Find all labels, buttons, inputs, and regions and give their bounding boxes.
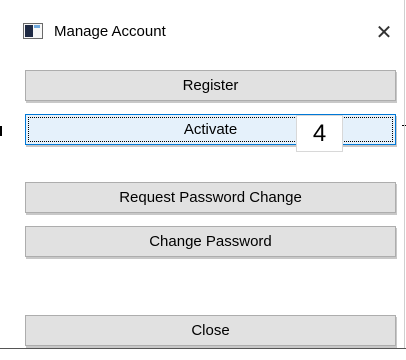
request-password-change-button[interactable]: Request Password Change	[25, 182, 396, 213]
close-icon[interactable]: ✕	[370, 16, 398, 48]
window-bottom-edge	[0, 348, 406, 349]
title-bar[interactable]: Manage Account ✕	[0, 0, 404, 56]
register-button[interactable]: Register	[25, 70, 396, 101]
close-button[interactable]: Close	[25, 315, 396, 346]
manage-account-window: Manage Account ✕ Register Activate 4 Req…	[0, 0, 406, 360]
app-window-icon	[23, 23, 43, 39]
change-password-label: Change Password	[149, 233, 272, 250]
close-button-label: Close	[191, 322, 230, 339]
window-title: Manage Account	[54, 23, 166, 40]
change-password-button[interactable]: Change Password	[25, 226, 396, 257]
register-button-label: Register	[182, 77, 239, 94]
request-password-change-label: Request Password Change	[119, 189, 302, 206]
activate-button-label: Activate	[183, 121, 238, 138]
step-number-badge: 4	[296, 115, 343, 152]
window-right-edge	[404, 0, 405, 349]
annotation-tick-left	[0, 126, 2, 136]
